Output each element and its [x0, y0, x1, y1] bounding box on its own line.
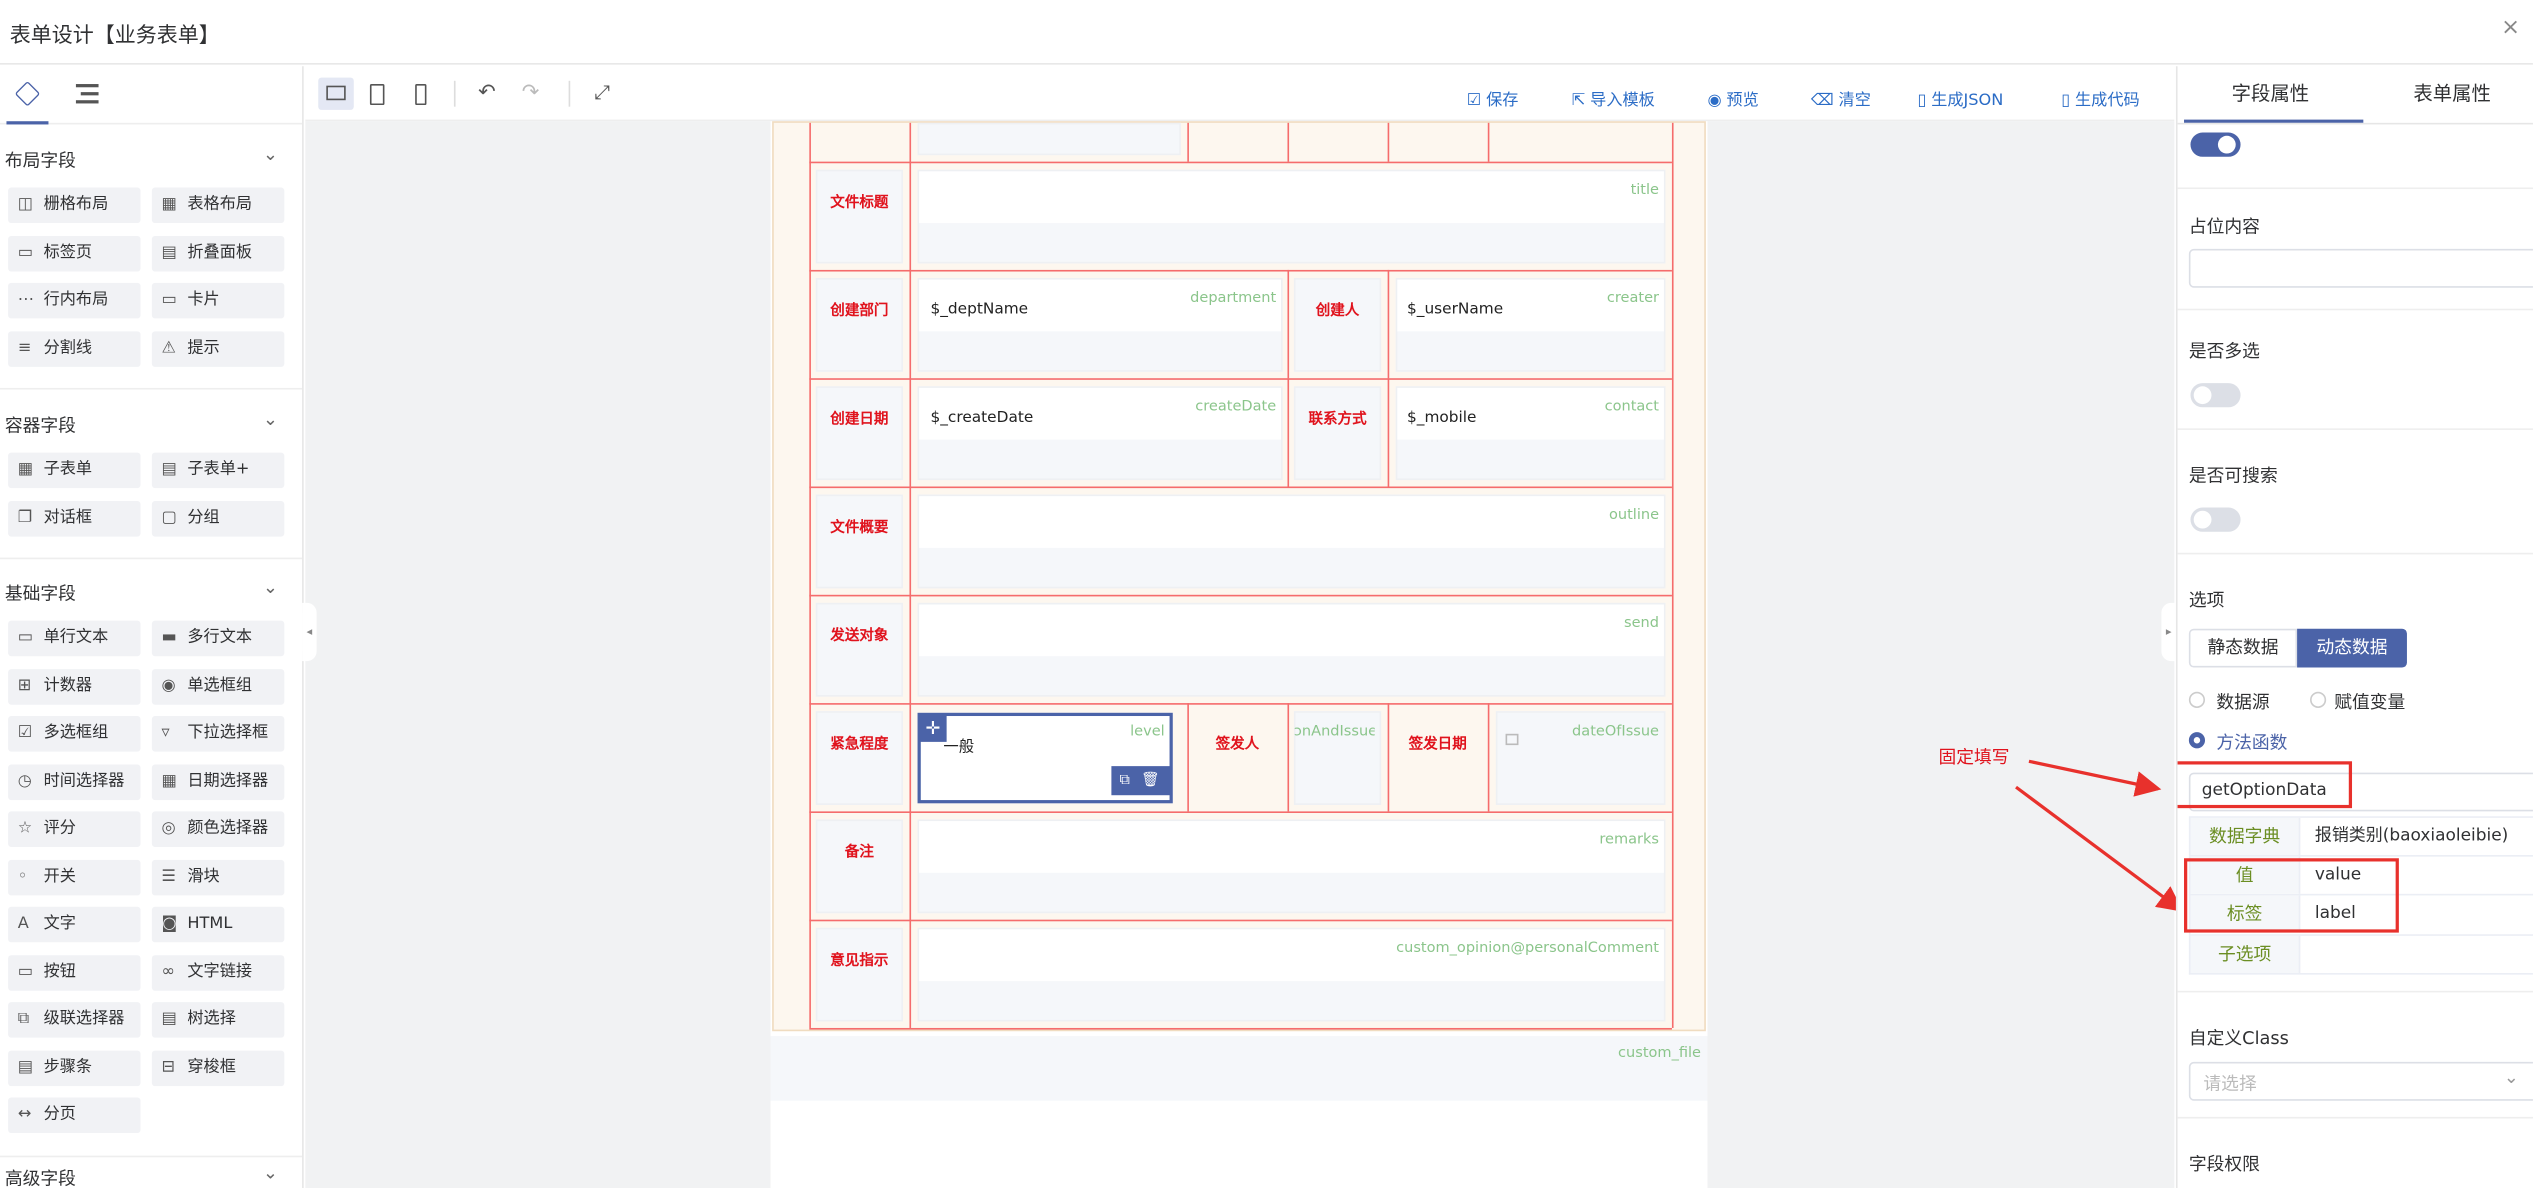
placeholder-input[interactable]: [2188, 248, 2533, 288]
mapping-key: 子选项: [2190, 935, 2301, 973]
chevron-down-icon: ⌄: [2503, 1066, 2519, 1088]
mapping-row: 子选项: [2188, 935, 2533, 975]
radio-assign[interactable]: [2310, 691, 2327, 708]
tab-form-props[interactable]: 表单属性: [2363, 66, 2533, 121]
options-label: 选项: [2188, 589, 2225, 611]
radio-method-label: 方法函数: [2216, 732, 2288, 754]
mapping-highlight-box: [2184, 858, 2399, 933]
radio-method[interactable]: [2188, 732, 2206, 749]
divider: [2177, 428, 2533, 430]
placeholder-label: 占位内容: [2188, 216, 2260, 238]
multiple-label: 是否多选: [2188, 341, 2260, 363]
mapping-key: 数据字典: [2190, 817, 2301, 856]
static-data-button[interactable]: 静态数据: [2188, 628, 2298, 668]
divider: [2177, 1116, 2533, 1119]
dynamic-data-button[interactable]: 动态数据: [2297, 628, 2407, 668]
annotation-arrows: [2015, 759, 2184, 912]
divider: [2177, 187, 2533, 190]
multiple-switch[interactable]: [2190, 383, 2241, 408]
radio-datasource[interactable]: [2188, 691, 2206, 708]
property-panel: 字段属性 表单属性 占位内容 是否多选 是否可搜索 选项 静态数据 动态数据 数…: [2175, 66, 2533, 1188]
toggle-switch-on[interactable]: [2190, 132, 2241, 157]
radio-datasource-label: 数据源: [2216, 691, 2270, 713]
custom-class-label: 自定义Class: [2188, 1027, 2289, 1049]
divider: [2177, 552, 2533, 555]
searchable-switch[interactable]: [2190, 507, 2241, 532]
custom-class-placeholder: 请选择: [2203, 1073, 2257, 1095]
mapping-row: 数据字典 报销类别(baoxiaoleibie): [2188, 816, 2533, 856]
field-permission-label: 字段权限: [2188, 1154, 2260, 1176]
tab-bar-line: [2177, 122, 2533, 125]
mapping-value[interactable]: 报销类别(baoxiaoleibie): [2315, 818, 2508, 855]
method-highlight-box: [2177, 761, 2353, 809]
searchable-label: 是否可搜索: [2188, 465, 2278, 487]
divider: [2177, 308, 2533, 311]
tab-field-props[interactable]: 字段属性: [2178, 66, 2364, 121]
radio-assign-label: 赋值变量: [2334, 691, 2406, 713]
divider: [2177, 990, 2533, 993]
